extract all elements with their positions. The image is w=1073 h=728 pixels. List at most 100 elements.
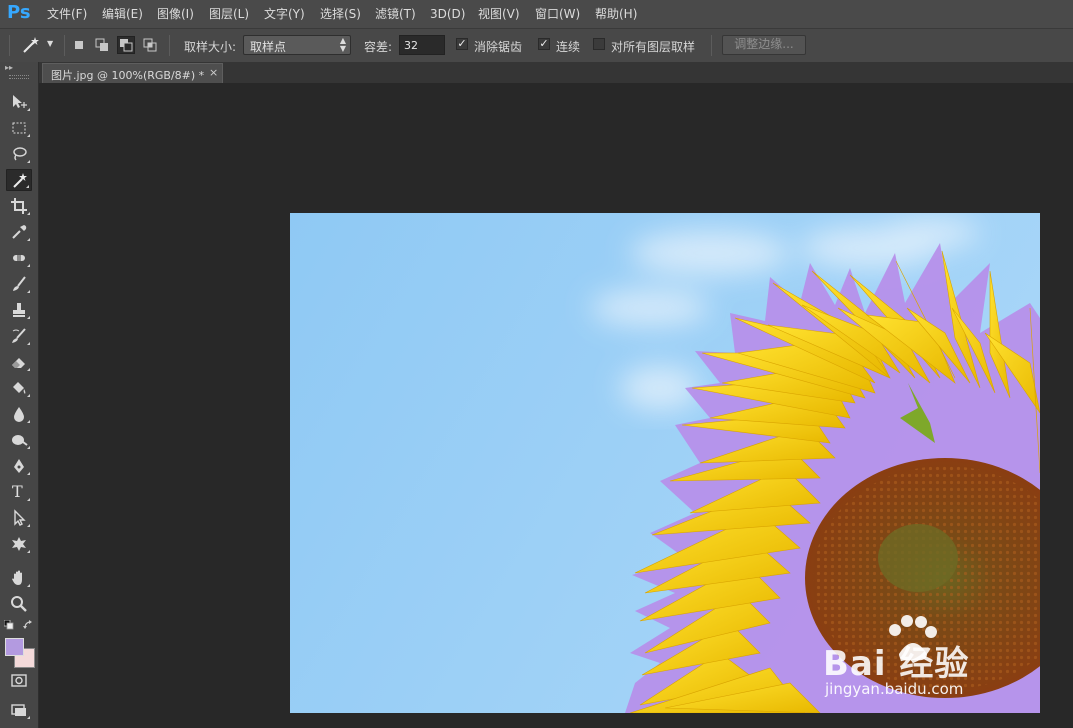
- flyout-indicator: [27, 264, 30, 267]
- healing-brush-tool[interactable]: [6, 247, 32, 269]
- sample-all-layers-checkbox[interactable]: [593, 38, 605, 50]
- photoshop-logo: Ps: [7, 2, 31, 23]
- divider: [711, 35, 712, 56]
- flyout-indicator: [27, 212, 30, 215]
- custom-shape-tool[interactable]: [6, 533, 32, 555]
- tolerance-label: 容差:: [364, 40, 393, 54]
- add-selection-icon: [95, 38, 108, 51]
- flyout-indicator: [27, 524, 30, 527]
- anti-alias-checkbox[interactable]: ✓: [456, 38, 468, 50]
- flyout-indicator: [27, 716, 30, 719]
- move-tool[interactable]: [6, 91, 32, 113]
- divider: [64, 35, 65, 56]
- menu-view[interactable]: 视图(V): [478, 7, 520, 21]
- clone-stamp-tool[interactable]: [6, 299, 32, 321]
- divider: [169, 35, 170, 56]
- new-selection-button[interactable]: [70, 36, 88, 54]
- new-selection-icon: [75, 41, 83, 49]
- lasso-tool[interactable]: [6, 143, 32, 165]
- menu-edit[interactable]: 编辑(E): [102, 7, 143, 21]
- menu-3d[interactable]: 3D(D): [430, 7, 465, 21]
- history-brush-icon: [12, 328, 26, 343]
- contiguous-label: 连续: [556, 40, 581, 54]
- brush-tool[interactable]: [6, 273, 32, 295]
- flyout-indicator: [27, 394, 30, 397]
- rectangular-marquee-tool[interactable]: [6, 117, 32, 139]
- brush-icon: [13, 276, 26, 291]
- crop-tool[interactable]: [6, 195, 32, 217]
- path-selection-tool[interactable]: [6, 507, 32, 529]
- flower-disc-core: [878, 524, 958, 592]
- panel-grip[interactable]: [9, 75, 29, 79]
- flyout-indicator: [27, 472, 30, 475]
- screen-mode-icon: [11, 704, 26, 716]
- options-bar: ▼ 取样大小: 取样点 ▲▼ 容差: ✓ 消除锯齿 ✓ 连续 对所有图层取样 调…: [0, 29, 1073, 63]
- chevron-down-icon: ▼: [47, 39, 54, 48]
- type-tool[interactable]: T: [6, 481, 32, 503]
- tool-preset-picker[interactable]: ▼: [20, 35, 58, 55]
- stamp-icon: [13, 303, 25, 317]
- bucket-icon: [13, 382, 26, 394]
- watermark-brand: Bai 经验: [823, 644, 970, 684]
- flyout-indicator: [27, 368, 30, 371]
- flyout-indicator: [27, 342, 30, 345]
- flyout-indicator: [27, 446, 30, 449]
- menu-help[interactable]: 帮助(H): [595, 7, 637, 21]
- document-tab-bar: 图片.jpg @ 100%(RGB/8#) * ×: [39, 62, 1073, 84]
- baidu-watermark: Bai 经验 jingyan.baidu.com: [823, 614, 1023, 706]
- anti-alias-label: 消除锯齿: [474, 40, 523, 54]
- eraser-tool[interactable]: [6, 351, 32, 373]
- paint-bucket-tool[interactable]: [6, 377, 32, 399]
- intersect-selection-icon: [143, 38, 157, 52]
- contiguous-checkbox[interactable]: ✓: [538, 38, 550, 50]
- eyedropper-icon: [12, 225, 27, 239]
- flyout-indicator: [27, 160, 30, 163]
- add-to-selection-button[interactable]: [93, 36, 111, 54]
- crop-icon: [11, 198, 27, 214]
- document-tab[interactable]: 图片.jpg @ 100%(RGB/8#) * ×: [42, 63, 223, 83]
- menu-file[interactable]: 文件(F): [47, 7, 87, 21]
- options-grip: [9, 35, 10, 56]
- screen-mode-button[interactable]: [6, 699, 32, 721]
- pen-tool[interactable]: [6, 455, 32, 477]
- default-colors-icon[interactable]: [4, 620, 14, 630]
- flyout-indicator: [27, 584, 30, 587]
- menu-bar: Ps 文件(F) 编辑(E) 图像(I) 图层(L) 文字(Y) 选择(S) 滤…: [0, 0, 1073, 29]
- eraser-icon: [12, 358, 25, 368]
- checkmark-icon: ✓: [457, 37, 467, 50]
- type-icon: T: [12, 482, 23, 501]
- flyout-indicator: [27, 238, 30, 241]
- foreground-color-swatch[interactable]: [5, 638, 24, 656]
- magic-wand-tool[interactable]: [6, 169, 32, 191]
- hand-tool[interactable]: [6, 567, 32, 589]
- intersect-selection-button[interactable]: [141, 36, 159, 54]
- sample-size-value: 取样点: [250, 40, 287, 54]
- tolerance-input[interactable]: [399, 35, 445, 55]
- swap-colors-icon[interactable]: [23, 620, 33, 630]
- menu-image[interactable]: 图像(I): [157, 7, 194, 21]
- sample-size-select[interactable]: 取样点 ▲ ▼: [243, 35, 351, 55]
- menu-select[interactable]: 选择(S): [320, 7, 361, 21]
- pen-icon: [14, 459, 24, 473]
- menu-layer[interactable]: 图层(L): [209, 7, 249, 21]
- lasso-icon: [13, 147, 27, 161]
- flyout-indicator: [26, 185, 29, 188]
- hand-icon: [12, 570, 22, 585]
- updown-arrows-icon: ▲ ▼: [339, 36, 346, 53]
- refine-edge-button[interactable]: 调整边缘...: [722, 35, 806, 55]
- menu-type[interactable]: 文字(Y): [264, 7, 305, 21]
- close-icon[interactable]: ×: [209, 66, 218, 79]
- flyout-indicator: [27, 316, 30, 319]
- zoom-tool[interactable]: [6, 593, 32, 615]
- menu-filter[interactable]: 滤镜(T): [375, 7, 416, 21]
- eyedropper-tool[interactable]: [6, 221, 32, 243]
- quick-mask-button[interactable]: [6, 669, 32, 691]
- dodge-tool[interactable]: [6, 429, 32, 451]
- subtract-from-selection-button[interactable]: [117, 36, 135, 54]
- tools-panel: ▸▸ T: [0, 62, 39, 728]
- quick-mask-icon: [11, 674, 27, 687]
- collapse-panel-icon[interactable]: ▸▸: [5, 63, 13, 72]
- menu-window[interactable]: 窗口(W): [535, 7, 580, 21]
- blur-tool[interactable]: [6, 403, 32, 425]
- history-brush-tool[interactable]: [6, 325, 32, 347]
